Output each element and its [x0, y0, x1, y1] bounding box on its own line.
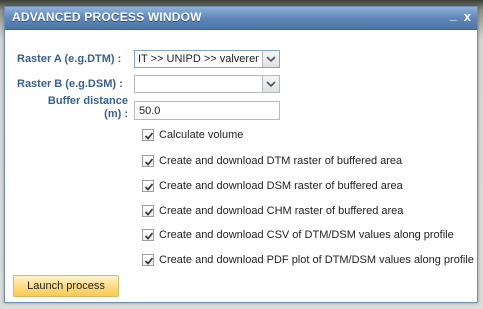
option-label: Create and download DTM raster of buffer… — [159, 155, 403, 167]
raster-b-label: Raster B (e.g.DSM) : — [17, 78, 123, 90]
option-label: Create and download CSV of DTM/DSM value… — [159, 229, 454, 241]
raster-a-label: Raster A (e.g.DTM) : — [17, 53, 122, 65]
raster-b-select[interactable] — [134, 75, 280, 93]
raster-a-value: IT >> UNIPD >> valveren — [138, 53, 259, 65]
checkbox[interactable] — [142, 254, 154, 266]
option-label: Create and download PDF plot of DTM/DSM … — [159, 254, 474, 266]
window-titlebar[interactable]: ADVANCED PROCESS WINDOW _ x — [5, 7, 477, 30]
minimize-button[interactable]: _ — [450, 7, 457, 23]
checkbox[interactable] — [142, 180, 154, 192]
option-label: Create and download DSM raster of buffer… — [159, 180, 403, 192]
buffer-distance-value: 50.0 — [139, 105, 161, 117]
checkbox[interactable] — [142, 129, 154, 141]
checkbox[interactable] — [142, 229, 154, 241]
option-label: Calculate volume — [159, 129, 244, 141]
close-button[interactable]: x — [464, 9, 471, 25]
launch-process-button[interactable]: Launch process — [13, 275, 119, 297]
buffer-distance-label: Buffer distance — [47, 95, 128, 107]
chevron-down-icon[interactable] — [262, 76, 279, 92]
advanced-process-window: ADVANCED PROCESS WINDOW _ x Raster A (e.… — [4, 6, 478, 303]
window-title: ADVANCED PROCESS WINDOW — [12, 10, 202, 24]
option-label: Create and download CHM raster of buffer… — [159, 205, 404, 217]
buffer-distance-input[interactable]: 50.0 — [134, 101, 280, 120]
buffer-distance-unit-label: (m) : — [104, 108, 128, 120]
checkbox[interactable] — [142, 155, 154, 167]
raster-a-select[interactable]: IT >> UNIPD >> valveren — [134, 50, 280, 68]
chevron-down-icon[interactable] — [262, 51, 279, 67]
checkbox[interactable] — [142, 205, 154, 217]
